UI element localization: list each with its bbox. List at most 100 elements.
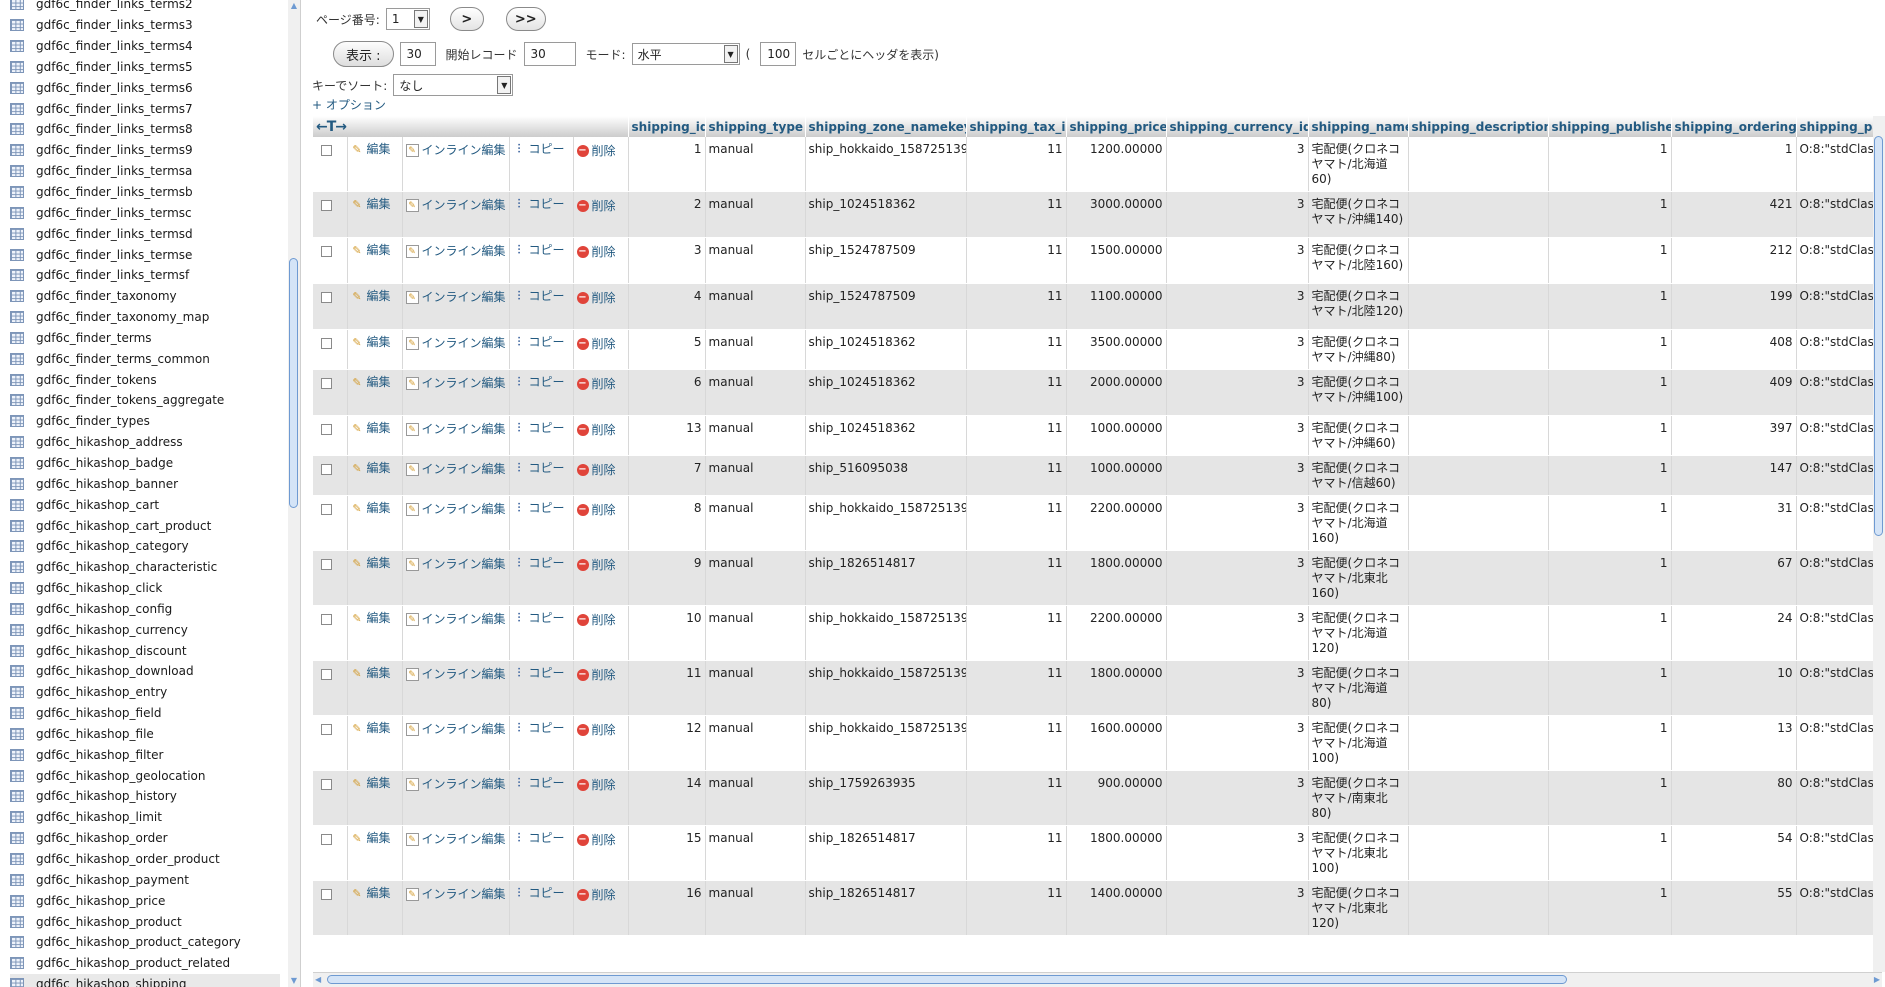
shipping-published-cell[interactable]: 1 xyxy=(1548,191,1672,238)
last-page-button[interactable]: >> xyxy=(505,7,546,31)
nav-table-item[interactable]: gdf6c_hikashop_badge xyxy=(10,453,280,474)
shipping-published-cell[interactable]: 1 xyxy=(1548,283,1672,330)
shipping-price-cell[interactable]: 1800.00000 xyxy=(1066,550,1167,606)
nav-table-item[interactable]: gdf6c_finder_links_termsc xyxy=(10,202,280,223)
rows-per-page-input[interactable]: 30 xyxy=(399,42,436,66)
nav-table-item[interactable]: gdf6c_hikashop_filter xyxy=(10,744,280,765)
shipping-name-cell[interactable]: 宅配便(クロネコヤマト/北海道160) xyxy=(1308,495,1409,551)
shipping-ordering-cell[interactable]: 54 xyxy=(1671,825,1797,881)
start-record-input[interactable]: 30 xyxy=(523,42,576,66)
nav-table-item[interactable]: gdf6c_hikashop_config xyxy=(10,598,280,619)
shipping-id-cell[interactable]: 11 xyxy=(628,660,706,716)
shipping-ordering-cell[interactable]: 10 xyxy=(1671,660,1797,716)
row-checkbox[interactable] xyxy=(321,559,332,570)
nav-table-label[interactable]: gdf6c_hikashop_cart_product xyxy=(36,519,211,533)
table-icon[interactable] xyxy=(10,832,24,845)
shipping-type-cell[interactable]: manual xyxy=(705,237,806,284)
shipping-id-cell[interactable]: 4 xyxy=(628,283,706,330)
delete-link[interactable]: − 削除 xyxy=(576,463,616,478)
shipping-zone-namekey-cell[interactable]: ship_hokkaido_1587251391 xyxy=(805,660,967,716)
nav-table-item[interactable]: gdf6c_hikashop_cart xyxy=(10,494,280,515)
table-icon[interactable] xyxy=(10,978,24,987)
shipping-zone-namekey-cell[interactable]: ship_hokkaido_1587251391 xyxy=(805,137,967,192)
table-icon[interactable] xyxy=(10,165,24,178)
inline-edit-link[interactable]: ✎ インライン編集 xyxy=(405,336,506,351)
delete-link[interactable]: − 削除 xyxy=(576,723,616,738)
nav-table-label[interactable]: gdf6c_hikashop_download xyxy=(36,664,194,678)
copy-link[interactable]: ⫶ コピー xyxy=(513,611,564,626)
shipping-type-cell[interactable]: manual xyxy=(705,369,806,416)
inline-edit-link[interactable]: ✎ インライン編集 xyxy=(405,290,506,305)
shipping-price-cell[interactable]: 900.00000 xyxy=(1066,770,1167,826)
next-page-button[interactable]: > xyxy=(449,7,484,31)
nav-table-item[interactable]: gdf6c_finder_links_termsd xyxy=(10,223,280,244)
table-icon[interactable] xyxy=(10,790,24,803)
table-vertical-scrollbar[interactable] xyxy=(1873,116,1885,972)
shipping-params-cell[interactable]: O:8:"stdClass":19:{s:19:"shipping_per_pr… xyxy=(1796,495,1882,551)
nav-table-label[interactable]: gdf6c_hikashop_currency xyxy=(36,623,188,637)
nav-table-label[interactable]: gdf6c_finder_links_terms3 xyxy=(36,18,193,32)
shipping-tax-id-cell[interactable]: 11 xyxy=(966,415,1067,456)
shipping-currency-id-cell[interactable]: 3 xyxy=(1166,415,1309,456)
shipping-description-cell[interactable] xyxy=(1408,369,1549,416)
table-icon[interactable] xyxy=(10,19,24,32)
nav-table-item[interactable]: gdf6c_finder_taxonomy_map xyxy=(10,307,280,328)
nav-table-label[interactable]: gdf6c_finder_taxonomy_map xyxy=(36,310,209,324)
copy-link[interactable]: ⫶ コピー xyxy=(513,776,564,791)
delete-link[interactable]: − 削除 xyxy=(576,613,616,628)
shipping-type-cell[interactable]: manual xyxy=(705,191,806,238)
nav-table-label[interactable]: gdf6c_hikashop_badge xyxy=(36,456,173,470)
nav-table-label[interactable]: gdf6c_finder_links_termsf xyxy=(36,268,189,282)
row-checkbox[interactable] xyxy=(321,338,332,349)
table-horizontal-scroll-thumb[interactable] xyxy=(327,975,1567,984)
inline-edit-link[interactable]: ✎ インライン編集 xyxy=(405,376,506,391)
shipping-type-cell[interactable]: manual xyxy=(705,825,806,881)
shipping-ordering-cell[interactable]: 212 xyxy=(1671,237,1797,284)
nav-table-item[interactable]: gdf6c_hikashop_download xyxy=(10,661,280,682)
table-icon[interactable] xyxy=(10,707,24,720)
nav-table-label[interactable]: gdf6c_hikashop_payment xyxy=(36,873,189,887)
repeat-header-input[interactable]: 100 xyxy=(760,42,797,66)
mode-select[interactable]: 水平 ▼ xyxy=(631,43,740,65)
table-icon[interactable] xyxy=(10,477,24,490)
row-checkbox[interactable] xyxy=(321,246,332,257)
inline-edit-link[interactable]: ✎ インライン編集 xyxy=(405,244,506,259)
table-icon[interactable] xyxy=(10,248,24,261)
shipping-ordering-cell[interactable]: 1 xyxy=(1671,137,1797,192)
nav-table-label[interactable]: gdf6c_finder_terms xyxy=(36,331,152,345)
nav-table-label[interactable]: gdf6c_finder_links_termse xyxy=(36,248,192,262)
shipping-id-cell[interactable]: 16 xyxy=(628,880,706,936)
row-checkbox[interactable] xyxy=(321,464,332,475)
edit-link[interactable]: ✎ 編集 xyxy=(351,142,390,157)
table-icon[interactable] xyxy=(10,873,24,886)
edit-link[interactable]: ✎ 編集 xyxy=(351,556,390,571)
nav-table-label[interactable]: gdf6c_hikashop_discount xyxy=(36,644,187,658)
shipping-zone-namekey-cell[interactable]: ship_1826514817 xyxy=(805,550,967,606)
shipping-price-cell[interactable]: 2200.00000 xyxy=(1066,495,1167,551)
nav-table-label[interactable]: gdf6c_finder_links_termsa xyxy=(36,164,192,178)
shipping-published-cell[interactable]: 1 xyxy=(1548,605,1672,661)
shipping-currency-id-cell[interactable]: 3 xyxy=(1166,825,1309,881)
shipping-name-cell[interactable]: 宅配便(クロネコヤマト/北陸120) xyxy=(1308,283,1409,330)
nav-table-label[interactable]: gdf6c_finder_links_terms9 xyxy=(36,143,193,157)
copy-link[interactable]: ⫶ コピー xyxy=(513,556,564,571)
shipping-name-cell[interactable]: 宅配便(クロネコヤマト/信越60) xyxy=(1308,455,1409,496)
shipping-id-cell[interactable]: 1 xyxy=(628,137,706,192)
shipping-name-cell[interactable]: 宅配便(クロネコヤマト/沖縄100) xyxy=(1308,369,1409,416)
inline-edit-link[interactable]: ✎ インライン編集 xyxy=(405,612,506,627)
copy-link[interactable]: ⫶ コピー xyxy=(513,501,564,516)
nav-table-label[interactable]: gdf6c_finder_taxonomy xyxy=(36,289,177,303)
column-header[interactable]: shipping_currency_id xyxy=(1166,116,1309,137)
nav-table-item[interactable]: gdf6c_finder_links_terms6 xyxy=(10,77,280,98)
show-button[interactable]: 表示 : xyxy=(333,41,394,67)
shipping-tax-id-cell[interactable]: 11 xyxy=(966,369,1067,416)
nav-table-item[interactable]: gdf6c_finder_links_termsf xyxy=(10,265,280,286)
shipping-zone-namekey-cell[interactable]: ship_1024518362 xyxy=(805,329,967,370)
shipping-description-cell[interactable] xyxy=(1408,605,1549,661)
edit-link[interactable]: ✎ 編集 xyxy=(351,335,390,350)
table-icon[interactable] xyxy=(10,60,24,73)
shipping-name-cell[interactable]: 宅配便(クロネコヤマト/北海道120) xyxy=(1308,605,1409,661)
shipping-currency-id-cell[interactable]: 3 xyxy=(1166,191,1309,238)
nav-table-item[interactable]: gdf6c_hikashop_entry xyxy=(10,682,280,703)
nav-table-item[interactable]: gdf6c_finder_links_terms3 xyxy=(10,15,280,36)
